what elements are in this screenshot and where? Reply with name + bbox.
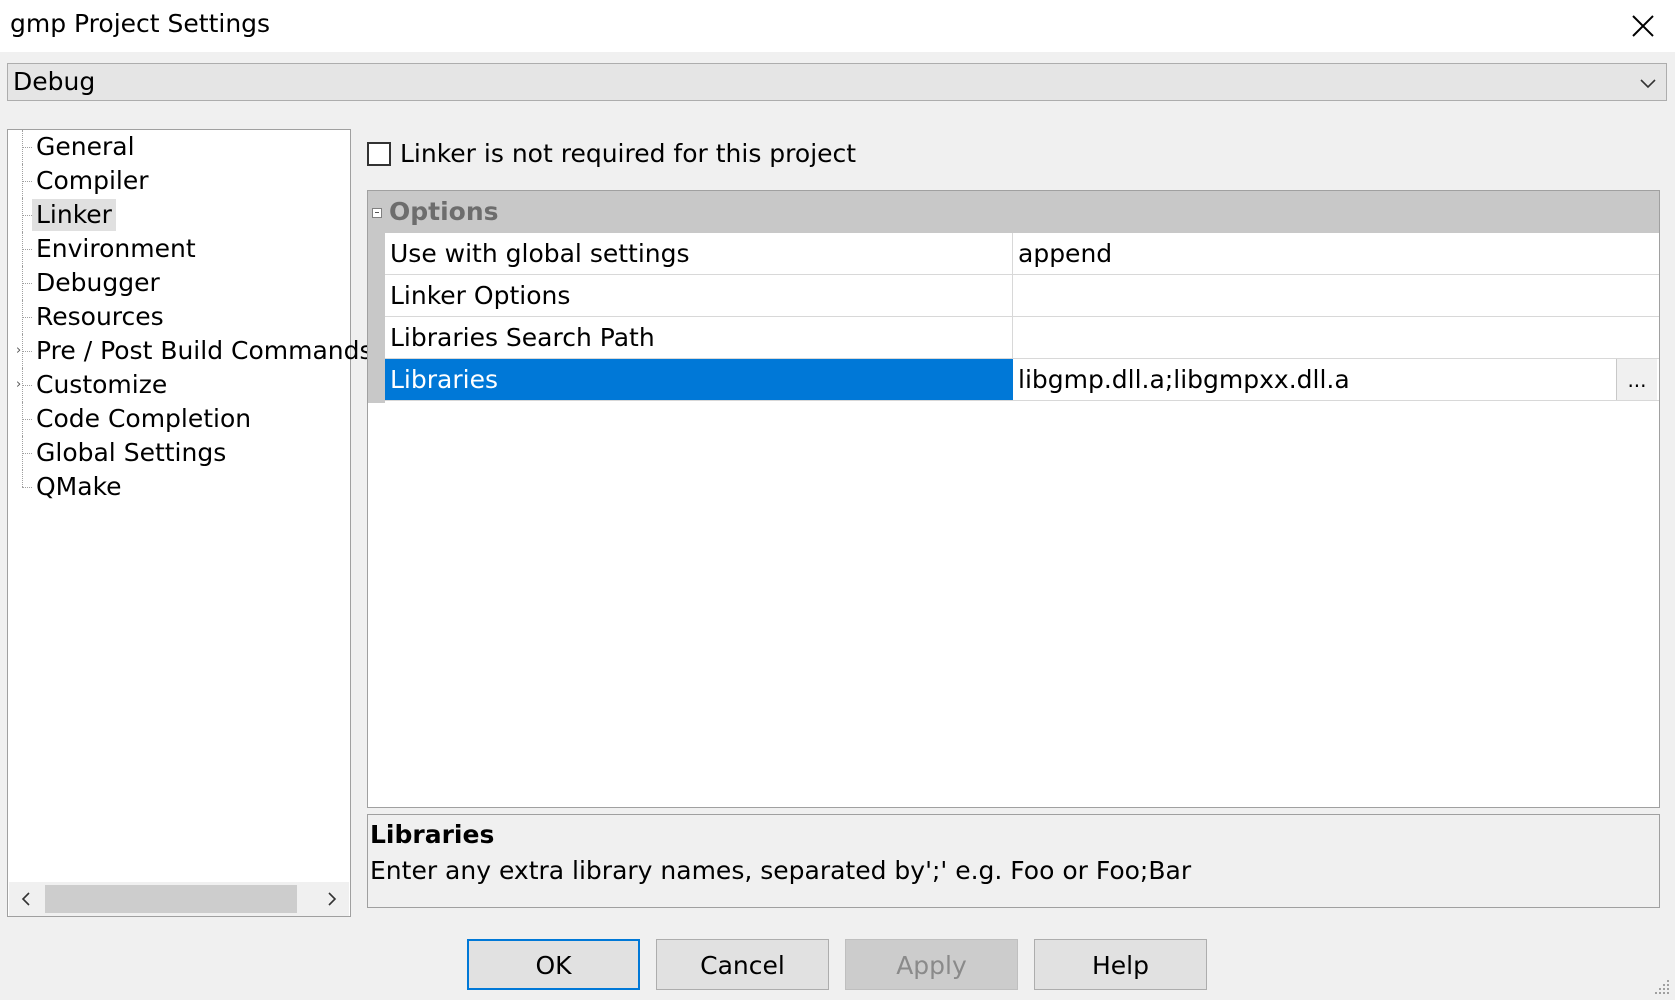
chevron-left-icon (21, 892, 30, 906)
property-grid: Options Use with global settings append Li… (367, 190, 1660, 808)
property-name: Linker Options (385, 275, 1013, 316)
property-value[interactable]: append (1018, 233, 1112, 274)
options-category-label: Options (389, 197, 499, 226)
tree-item-label: Pre / Post Build Commands (36, 336, 373, 365)
collapse-icon[interactable] (372, 208, 382, 218)
expand-arrow-icon[interactable]: › (16, 377, 21, 393)
tree-item[interactable]: Compiler (8, 164, 348, 198)
browse-ellipsis-button[interactable]: ... (1616, 359, 1657, 400)
configuration-value: Debug (13, 67, 96, 96)
property-row[interactable]: Libraries Search Path (385, 317, 1659, 359)
tree-item-label: Global Settings (36, 438, 227, 467)
tree-item[interactable]: Code Completion (8, 402, 348, 436)
tree-item-label: Code Completion (36, 404, 252, 433)
cancel-button[interactable]: Cancel (656, 939, 829, 990)
tree-item-label: General (36, 132, 135, 161)
help-button[interactable]: Help (1034, 939, 1207, 990)
description-text: Enter any extra library names, separated… (370, 856, 1192, 885)
property-description-panel: Libraries Enter any extra library names,… (367, 814, 1660, 908)
settings-tree: General Compiler Linker Environment Debugger… (7, 129, 373, 917)
scroll-left-button[interactable] (9, 882, 43, 916)
tree-connector-line (22, 215, 32, 216)
resize-grip-icon[interactable] (1653, 978, 1671, 996)
configuration-dropdown[interactable]: Debug (7, 63, 1667, 101)
scroll-thumb[interactable] (45, 885, 297, 913)
tree-connector-line (22, 351, 32, 352)
chevron-right-icon (328, 892, 337, 906)
ok-button[interactable]: OK (467, 939, 640, 990)
tree-item-label: Customize (36, 370, 168, 399)
tree-item-label: QMake (36, 472, 122, 501)
property-value[interactable]: libgmp.dll.a;libgmpxx.dll.a (1018, 359, 1350, 400)
tree-item[interactable]: QMake (8, 470, 348, 504)
property-row[interactable]: Use with global settings append (385, 233, 1659, 275)
options-category-header[interactable]: Options (368, 191, 1659, 233)
scroll-right-button[interactable] (315, 882, 349, 916)
tree-item-label: Resources (36, 302, 164, 331)
tree-item-label: Debugger (36, 268, 160, 297)
property-row[interactable]: Linker Options (385, 275, 1659, 317)
description-title: Libraries (370, 820, 495, 849)
linker-not-required-checkbox[interactable] (367, 142, 391, 166)
property-name: Use with global settings (385, 233, 1013, 274)
close-icon (1631, 15, 1654, 37)
tree-horizontal-scrollbar[interactable] (9, 882, 349, 916)
tree-item[interactable]: › Pre / Post Build Commands (8, 334, 373, 368)
tree-connector-line (22, 453, 32, 454)
tree-item[interactable]: Environment (8, 232, 348, 266)
tree-item[interactable]: › Customize (8, 368, 348, 402)
window-title: gmp Project Settings (10, 9, 271, 38)
expand-arrow-icon[interactable]: › (16, 343, 21, 359)
linker-not-required-label[interactable]: Linker is not required for this project (400, 137, 856, 171)
close-button[interactable] (1610, 0, 1675, 52)
title-bar: gmp Project Settings (0, 0, 1675, 52)
tree-connector-line (22, 317, 32, 318)
tree-item[interactable]: Global Settings (8, 436, 348, 470)
apply-button[interactable]: Apply (845, 939, 1018, 990)
property-row[interactable]: Libraries libgmp.dll.a;libgmpxx.dll.a... (385, 359, 1659, 401)
tree-item[interactable]: Debugger (8, 266, 348, 300)
tree-connector-line (22, 181, 32, 182)
tree-connector-line (22, 419, 32, 420)
tree-connector-line (22, 147, 32, 148)
tree-connector-line (22, 385, 32, 386)
tree-item-label: Environment (36, 234, 196, 263)
tree-connector-line (22, 283, 32, 284)
tree-connector-line (22, 249, 32, 250)
chevron-down-icon (1640, 79, 1656, 89)
tree-item[interactable]: Linker (8, 198, 348, 232)
tree-item[interactable]: General (8, 130, 348, 164)
settings-tree-list: General Compiler Linker Environment Debugger… (8, 130, 373, 504)
property-name: Libraries (385, 359, 1013, 400)
tree-connector-line (22, 470, 23, 487)
tree-item-label: Linker (32, 199, 116, 231)
property-name: Libraries Search Path (385, 317, 1013, 358)
tree-item[interactable]: Resources (8, 300, 348, 334)
tree-item-label: Compiler (36, 166, 149, 195)
tree-connector-line (22, 487, 32, 488)
